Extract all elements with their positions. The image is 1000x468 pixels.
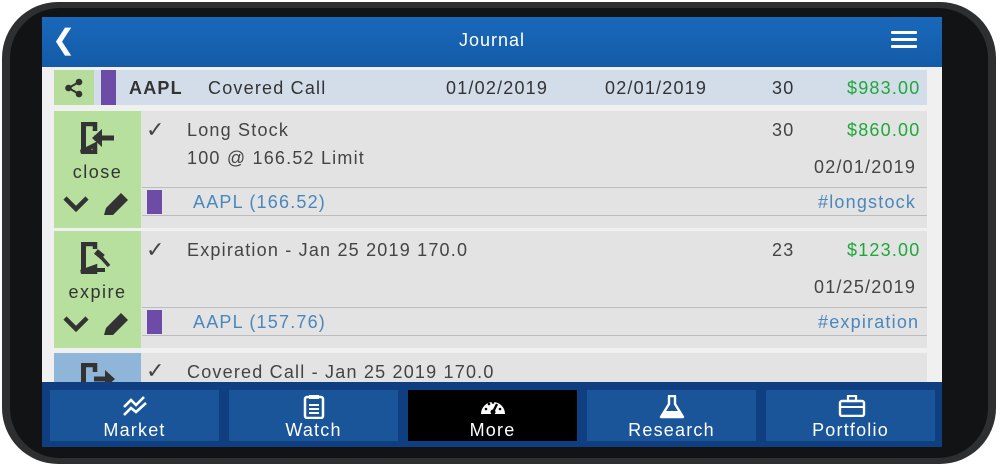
flask-icon	[659, 395, 685, 419]
action-label: expire	[68, 282, 127, 302]
entry-days: 23	[772, 240, 795, 260]
tab-research[interactable]: Research	[587, 390, 756, 441]
tab-more[interactable]: More	[408, 390, 577, 441]
exit-door-icon	[79, 122, 114, 154]
summary-open-date: 01/02/2019	[446, 78, 549, 98]
entry-title: Long Stock	[187, 120, 290, 140]
summary-close-date: 02/01/2019	[605, 78, 708, 98]
entry-ticker-link[interactable]: AAPL (166.52)	[193, 192, 326, 213]
page-title: Journal	[458, 30, 526, 50]
chevron-down-icon[interactable]	[62, 315, 90, 333]
expire-gavel-icon	[80, 242, 111, 274]
share-icon	[65, 78, 83, 98]
entry-title: Expiration - Jan 25 2019 170.0	[187, 240, 469, 260]
entry-date: 01/25/2019	[814, 277, 917, 297]
tab-label: Market	[103, 420, 166, 440]
tab-label: Watch	[285, 420, 342, 440]
tab-watch[interactable]: Watch	[229, 390, 398, 441]
share-button[interactable]	[54, 70, 94, 105]
tab-label: Research	[628, 420, 715, 440]
checkmark-icon: ✓	[146, 359, 165, 384]
gauge-icon	[481, 401, 505, 415]
summary-pnl: $983.00	[847, 78, 921, 98]
action-close-button[interactable]: close	[54, 111, 141, 228]
action-label: close	[72, 162, 123, 182]
tab-label: More	[469, 420, 516, 440]
edit-pencil-icon[interactable]	[102, 191, 130, 217]
ticker-color-bar	[147, 310, 162, 334]
divider	[142, 215, 927, 216]
entry-tag-link[interactable]: #longstock	[818, 192, 916, 213]
market-chart-icon	[123, 396, 147, 416]
journal-entry: close ✓ Long Stock 100 @ 166.52 Limit 30…	[54, 111, 927, 228]
entry-days: 30	[772, 120, 795, 140]
summary-strategy: Covered Call	[208, 78, 327, 98]
divider	[142, 335, 927, 336]
summary-days: 30	[772, 78, 795, 98]
strategy-color-bar	[101, 70, 116, 105]
chevron-down-icon[interactable]	[62, 195, 90, 213]
hamburger-menu-icon[interactable]	[891, 31, 917, 51]
checkmark-icon: ✓	[146, 118, 165, 143]
entry-tag-link[interactable]: #expiration	[818, 312, 919, 333]
entry-detail: 100 @ 166.52 Limit	[187, 148, 365, 168]
checkmark-icon: ✓	[146, 238, 165, 263]
edit-pencil-icon[interactable]	[102, 311, 130, 337]
entry-pnl: $860.00	[847, 120, 921, 140]
tab-market[interactable]: Market	[50, 390, 219, 441]
summary-symbol: AAPL	[129, 78, 183, 98]
bottom-tab-bar: Market Watch More Research Portfolio	[42, 382, 942, 447]
app-screen: ❮ Journal AAPL Covered Call 01/02/2019 0…	[42, 17, 942, 447]
entry-pnl: $123.00	[847, 240, 921, 260]
briefcase-icon	[838, 395, 866, 417]
top-app-bar: ❮ Journal	[42, 17, 942, 67]
divider	[142, 307, 927, 308]
journal-entry: expire ✓ Expiration - Jan 25 2019 170.0 …	[54, 231, 927, 348]
clipboard-icon	[303, 395, 325, 419]
tab-portfolio[interactable]: Portfolio	[766, 390, 935, 441]
entry-date: 02/01/2019	[814, 157, 917, 177]
ticker-color-bar	[147, 190, 162, 214]
entry-ticker-link[interactable]: AAPL (157.76)	[193, 312, 326, 333]
entry-title: Covered Call - Jan 25 2019 170.0	[187, 362, 495, 382]
action-expire-button[interactable]: expire	[54, 231, 141, 348]
tab-label: Portfolio	[812, 420, 889, 440]
trade-summary-row[interactable]: AAPL Covered Call 01/02/2019 02/01/2019 …	[54, 70, 927, 105]
divider	[142, 187, 927, 188]
